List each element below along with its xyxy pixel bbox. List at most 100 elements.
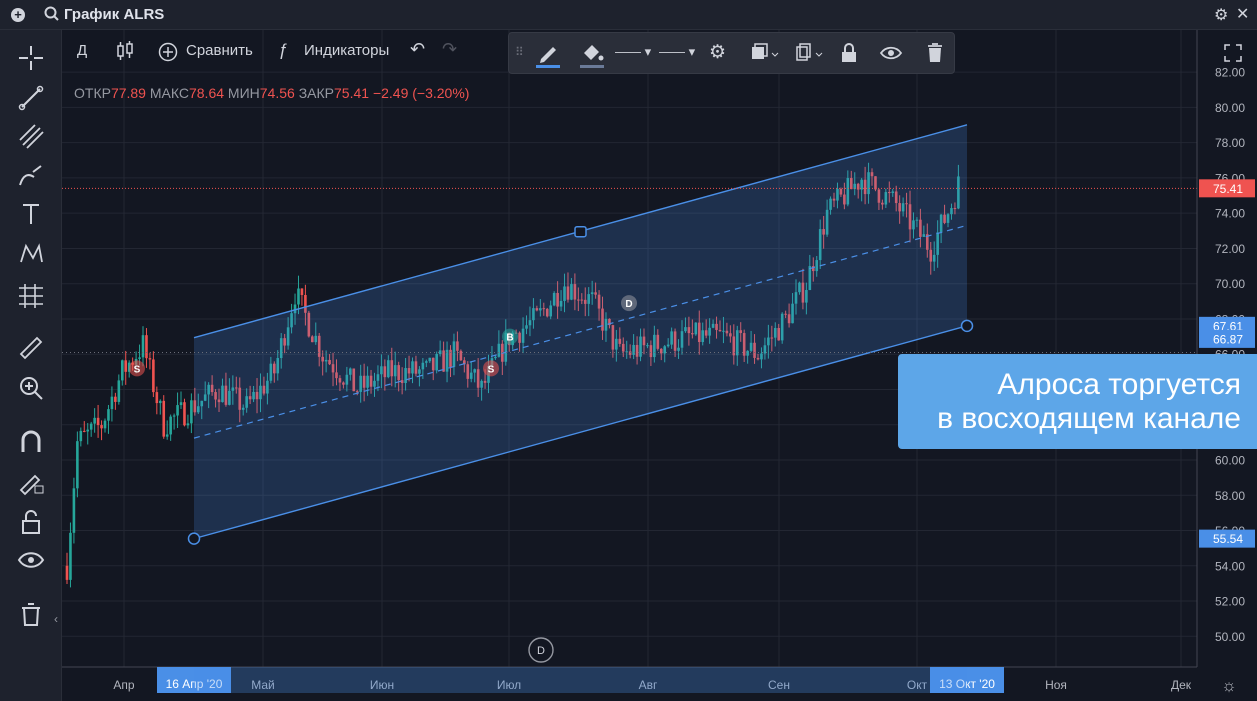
price-label: 55.54: [1213, 532, 1243, 546]
gear-icon[interactable]: ⚙: [1214, 5, 1228, 25]
price-label: 66.87: [1213, 332, 1243, 346]
channel-handle-end: [960, 319, 974, 333]
line-color-icon[interactable]: [533, 33, 563, 73]
chart-settings-icon: ☼: [1221, 676, 1237, 695]
left-drawing-toolbar: ‹: [0, 30, 62, 701]
dividend-marker-label: D: [537, 645, 545, 657]
lock-drawing-icon[interactable]: [15, 466, 47, 498]
change-value: −2.49 (−3.20%): [372, 85, 470, 101]
candle-body: [124, 360, 128, 372]
channel-handle-mid: [574, 225, 587, 238]
candle-body: [117, 380, 121, 402]
candle-body: [190, 400, 193, 424]
add-icon[interactable]: +: [11, 8, 25, 22]
high-label: МАКС: [149, 85, 189, 101]
candle-body: [69, 532, 72, 580]
drag-handle-icon[interactable]: ⠿: [515, 45, 524, 85]
y-tick-label: 80.00: [1215, 101, 1245, 115]
candle-body: [155, 392, 159, 404]
candle-body: [65, 565, 69, 580]
candle-body: [89, 423, 93, 430]
undo-icon[interactable]: ↶: [410, 39, 425, 60]
candle-body: [72, 488, 76, 533]
unlock-icon[interactable]: [15, 506, 47, 538]
marker-label: B: [506, 333, 513, 344]
redo-icon[interactable]: ↷: [442, 39, 457, 60]
fib-icon[interactable]: [15, 120, 47, 152]
candle-body: [86, 429, 90, 432]
settings-icon[interactable]: ⚙: [709, 41, 726, 81]
lock-icon[interactable]: [837, 33, 861, 73]
y-tick-label: 70.00: [1215, 277, 1245, 291]
x-tick-label: Ноя: [1045, 678, 1067, 692]
close-icon[interactable]: ✕: [1236, 4, 1249, 24]
pattern-icon[interactable]: [15, 238, 47, 270]
brush-icon[interactable]: [15, 160, 47, 192]
candle-body: [96, 417, 100, 426]
ohlc-legend: ОТКР77.89 МАКС78.64 МИН74.56 ЗАКР75.41 −…: [74, 85, 469, 101]
crosshair-icon[interactable]: [15, 42, 47, 74]
candle-body: [141, 335, 145, 358]
delete-icon[interactable]: [923, 33, 947, 73]
y-tick-label: 60.00: [1215, 454, 1245, 468]
low-label: МИН: [227, 85, 260, 101]
hide-icon[interactable]: [877, 33, 905, 73]
candle-body: [183, 402, 186, 426]
ruler-icon[interactable]: [15, 332, 47, 364]
candle-body: [107, 409, 110, 421]
candle-body: [120, 360, 124, 381]
candle-body: [169, 416, 172, 435]
marker-label: S: [488, 364, 495, 375]
candle-body: [82, 430, 86, 432]
candle-body: [148, 358, 152, 360]
candle-body: [172, 415, 176, 417]
window-title: График ALRS: [64, 6, 165, 23]
text-icon[interactable]: [15, 198, 47, 230]
candle-body: [186, 423, 190, 426]
candles-icon[interactable]: [116, 41, 134, 61]
y-tick-label: 50.00: [1215, 630, 1245, 644]
y-tick-label: 52.00: [1215, 595, 1245, 609]
compare-button[interactable]: Сравнить: [186, 42, 253, 59]
drawing-properties-toolbar: ⠿ —— ▾ —— ▾ ⚙: [508, 32, 955, 74]
candle-body: [176, 405, 179, 416]
visibility-order-icon[interactable]: [747, 33, 781, 73]
trash-icon[interactable]: [15, 598, 47, 630]
y-tick-label: 54.00: [1215, 559, 1245, 573]
callout-line-2: в восходящем канале: [937, 402, 1241, 435]
line-width-dropdown[interactable]: —— ▾: [659, 44, 695, 84]
candle-body: [79, 430, 83, 442]
forecast-icon[interactable]: [15, 278, 47, 310]
y-tick-label: 82.00: [1215, 66, 1245, 80]
channel-handle-start: [187, 532, 201, 545]
close-label: ЗАКР: [298, 85, 334, 101]
magnet-icon[interactable]: [15, 426, 47, 458]
candle-body: [179, 402, 183, 406]
candle-body: [297, 288, 300, 305]
indicators-icon[interactable]: ƒ: [278, 40, 287, 60]
candle-body: [103, 420, 107, 429]
high-value: 78.64: [188, 85, 225, 101]
fullscreen-icon[interactable]: [1224, 44, 1242, 62]
annotation-callout: Алроса торгуется в восходящем канале: [898, 354, 1257, 449]
clone-icon[interactable]: [791, 33, 825, 73]
trend-line-icon[interactable]: [15, 82, 47, 114]
fill-color-icon[interactable]: [577, 33, 607, 73]
collapse-icon[interactable]: ‹: [54, 612, 58, 626]
compare-icon[interactable]: [158, 42, 178, 62]
x-tick-label: Дек: [1171, 678, 1192, 692]
candle-body: [158, 400, 162, 404]
search-icon[interactable]: [44, 6, 60, 22]
candle-body: [138, 357, 141, 359]
candle-body: [152, 359, 155, 393]
interval-button[interactable]: Д: [77, 42, 87, 59]
low-value: 74.56: [259, 85, 295, 101]
candle-body: [100, 425, 103, 429]
title-bar: + График ALRS ⚙ ✕: [0, 0, 1257, 30]
eye-icon[interactable]: [15, 544, 47, 576]
y-tick-label: 74.00: [1215, 207, 1245, 221]
zoom-in-icon[interactable]: [15, 372, 47, 404]
line-style-dropdown[interactable]: —— ▾: [615, 44, 651, 84]
indicators-button[interactable]: Индикаторы: [304, 42, 389, 59]
y-tick-label: 78.00: [1215, 136, 1245, 150]
